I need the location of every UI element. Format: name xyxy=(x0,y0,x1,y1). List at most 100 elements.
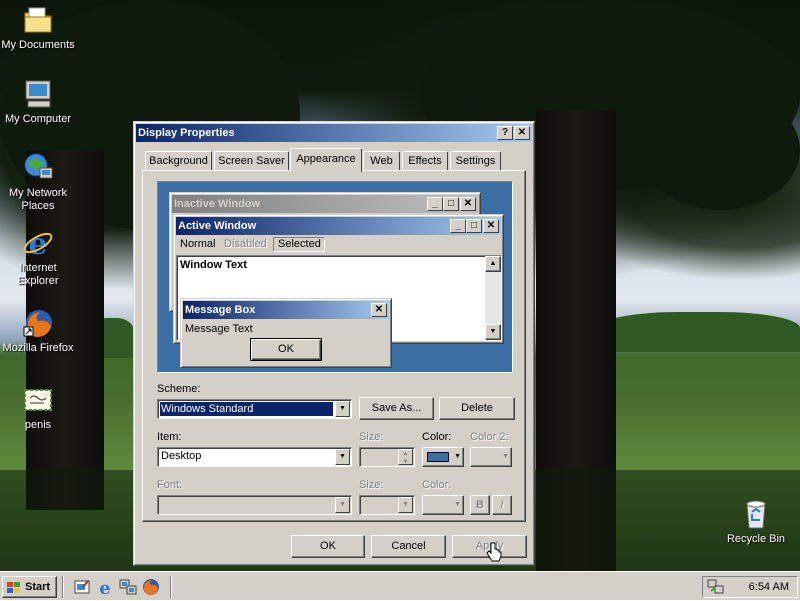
appearance-panel: Inactive Window _ □ ✕ Active Window _ □ … xyxy=(142,170,526,522)
desktop-icon-mozilla-firefox[interactable]: Mozilla Firefox xyxy=(0,307,76,355)
internet-explorer-quicklaunch-icon[interactable]: e xyxy=(96,578,114,599)
chevron-down-icon: ▼ xyxy=(454,501,461,508)
desktop-icon-penis[interactable]: penis xyxy=(0,384,76,432)
close-button[interactable]: ✕ xyxy=(514,126,530,140)
preview-message-box-titlebar[interactable]: Message Box ✕ xyxy=(183,301,389,319)
tab-screen-saver[interactable]: Screen Saver xyxy=(214,151,289,171)
desktop-icon-recycle-bin[interactable]: Recycle Bin xyxy=(718,498,794,546)
preview-message-box[interactable]: Message Box ✕ Message Text OK xyxy=(180,298,392,368)
bold-button: B xyxy=(470,495,490,515)
system-tray: 6:54 AM xyxy=(702,576,798,598)
display-properties-window: Display Properties ? ✕ Background Screen… xyxy=(133,121,535,566)
scroll-down-icon: ▼ xyxy=(485,324,501,340)
preview-menu-selected[interactable]: Selected xyxy=(273,237,325,252)
start-label: Start xyxy=(25,581,51,593)
font-color-label: Color: xyxy=(422,479,452,491)
clock[interactable]: 6:54 AM xyxy=(749,581,789,593)
chevron-down-icon[interactable]: ▼ xyxy=(335,449,350,465)
desktop-icon-my-network-places[interactable]: My Network Places xyxy=(0,152,76,213)
tab-appearance[interactable]: Appearance xyxy=(290,148,362,172)
taskbar-separator xyxy=(170,576,172,598)
desktop-icon-label: Mozilla Firefox xyxy=(2,342,74,354)
close-icon: ✕ xyxy=(483,219,499,233)
preview-active-title: Active Window xyxy=(178,220,257,232)
computer-icon xyxy=(22,78,54,110)
chevron-down-icon[interactable]: ▼ xyxy=(335,401,350,417)
recycle-bin-icon xyxy=(740,498,772,530)
firefox-icon xyxy=(22,307,54,339)
firefox-quicklaunch-icon[interactable] xyxy=(142,578,160,596)
item-label: Item: xyxy=(157,431,182,443)
font-dropdown: ▼ xyxy=(157,495,352,515)
internet-explorer-icon: e xyxy=(22,227,54,262)
scheme-value: Windows Standard xyxy=(160,402,333,416)
item-dropdown[interactable]: Desktop ▼ xyxy=(157,447,352,467)
item-color2-picker: ▼ xyxy=(470,447,512,467)
folder-icon xyxy=(22,4,54,36)
windows-logo-icon xyxy=(7,581,21,593)
chevron-down-icon: ▼ xyxy=(502,453,509,460)
start-button[interactable]: Start xyxy=(2,576,57,598)
desktop-icon-label: My Network Places xyxy=(8,187,68,212)
save-as-button[interactable]: Save As... xyxy=(359,397,434,420)
preview-scrollbar[interactable]: ▲ ▼ xyxy=(485,256,501,340)
font-color-picker: ▼ xyxy=(422,495,464,515)
preview-ok-button[interactable]: OK xyxy=(250,338,322,361)
close-icon: ✕ xyxy=(460,197,476,211)
tab-settings[interactable]: Settings xyxy=(450,151,501,171)
svg-text:e: e xyxy=(99,578,110,596)
preview-menu-normal[interactable]: Normal xyxy=(180,238,215,250)
svg-text:e: e xyxy=(28,227,47,259)
font-size-dropdown: ▼ xyxy=(359,495,415,515)
taskbar: Start e 6:54 AM xyxy=(0,571,800,600)
network-quicklaunch-icon[interactable] xyxy=(119,578,137,596)
window-title: Display Properties xyxy=(138,127,235,139)
tab-effects[interactable]: Effects xyxy=(402,151,448,171)
desktop-icon-my-computer[interactable]: My Computer xyxy=(0,78,76,126)
item-color2-label: Color 2: xyxy=(470,431,509,443)
tree-foliage-far-right xyxy=(640,90,800,210)
preview-inactive-title: Inactive Window xyxy=(174,198,261,210)
taskbar-separator xyxy=(62,576,64,598)
preview-message-text: Message Text xyxy=(185,323,253,335)
desktop-icon-label: My Computer xyxy=(4,113,72,125)
italic-button: I xyxy=(492,495,512,515)
minimize-icon: _ xyxy=(427,197,443,211)
desktop-icon-my-documents[interactable]: My Documents xyxy=(0,4,76,52)
preview-active-titlebar[interactable]: Active Window _ □ ✕ xyxy=(176,217,501,235)
scheme-dropdown[interactable]: Windows Standard ▼ xyxy=(157,399,352,419)
preview-menu-disabled[interactable]: Disabled xyxy=(224,238,267,250)
item-size-label: Size: xyxy=(359,431,384,443)
help-button[interactable]: ? xyxy=(497,126,513,140)
ok-button[interactable]: OK xyxy=(291,535,365,558)
envelope-icon xyxy=(22,384,54,416)
item-size-spinner: ▲ ▼ xyxy=(359,447,415,467)
desktop-icon-label: Internet Explorer xyxy=(17,262,59,287)
show-desktop-icon[interactable] xyxy=(73,578,91,596)
font-size-label: Size: xyxy=(359,479,384,491)
preview-inactive-titlebar[interactable]: Inactive Window _ □ ✕ xyxy=(172,195,478,213)
item-color-label: Color: xyxy=(422,431,452,443)
tab-web[interactable]: Web xyxy=(363,151,400,171)
maximize-icon: □ xyxy=(443,197,459,211)
scroll-up-icon: ▲ xyxy=(485,256,501,272)
desktop-icon-label: penis xyxy=(24,419,52,431)
spinner-arrows-icon: ▲ ▼ xyxy=(398,449,413,465)
close-icon: ✕ xyxy=(371,303,387,317)
network-places-icon xyxy=(22,152,54,184)
appearance-preview[interactable]: Inactive Window _ □ ✕ Active Window _ □ … xyxy=(157,181,513,373)
maximize-icon: □ xyxy=(466,219,482,233)
delete-button[interactable]: Delete xyxy=(439,397,515,420)
minimize-icon: _ xyxy=(450,219,466,233)
preview-window-text: Window Text xyxy=(180,259,247,271)
cancel-button[interactable]: Cancel xyxy=(371,535,446,558)
font-label: Font: xyxy=(157,479,183,491)
network-tray-icon[interactable] xyxy=(707,579,725,595)
tab-background[interactable]: Background xyxy=(145,151,212,171)
item-value: Desktop xyxy=(161,450,202,462)
desktop-icon-internet-explorer[interactable]: e Internet Explorer xyxy=(0,227,76,288)
window-titlebar[interactable]: Display Properties ? ✕ xyxy=(136,124,532,142)
scheme-label: Scheme: xyxy=(157,383,201,395)
item-color-picker[interactable]: ▼ xyxy=(422,447,464,467)
chevron-down-icon: ▼ xyxy=(335,497,350,513)
